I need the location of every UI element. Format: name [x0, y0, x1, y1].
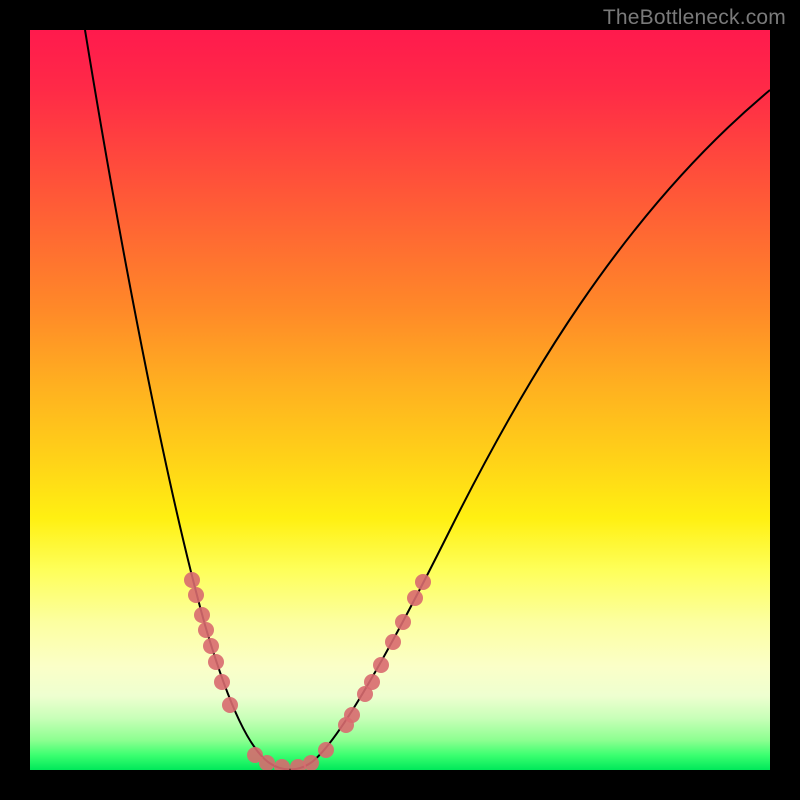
bead-marker: [208, 654, 224, 670]
bead-marker: [395, 614, 411, 630]
bead-marker: [407, 590, 423, 606]
bead-marker: [415, 574, 431, 590]
bead-marker: [184, 572, 200, 588]
markers-layer: [30, 30, 770, 770]
bead-marker: [194, 607, 210, 623]
bead-marker: [318, 742, 334, 758]
bead-marker: [203, 638, 219, 654]
bead-marker: [344, 707, 360, 723]
bead-markers-group: [184, 572, 431, 770]
bead-marker: [385, 634, 401, 650]
bead-marker: [274, 759, 290, 770]
bead-marker: [364, 674, 380, 690]
bead-marker: [373, 657, 389, 673]
watermark-text: TheBottleneck.com: [603, 6, 786, 30]
bead-marker: [303, 755, 319, 770]
bead-marker: [214, 674, 230, 690]
chart-frame: TheBottleneck.com: [0, 0, 800, 800]
bead-marker: [198, 622, 214, 638]
bead-marker: [188, 587, 204, 603]
plot-area: [30, 30, 770, 770]
bead-marker: [222, 697, 238, 713]
